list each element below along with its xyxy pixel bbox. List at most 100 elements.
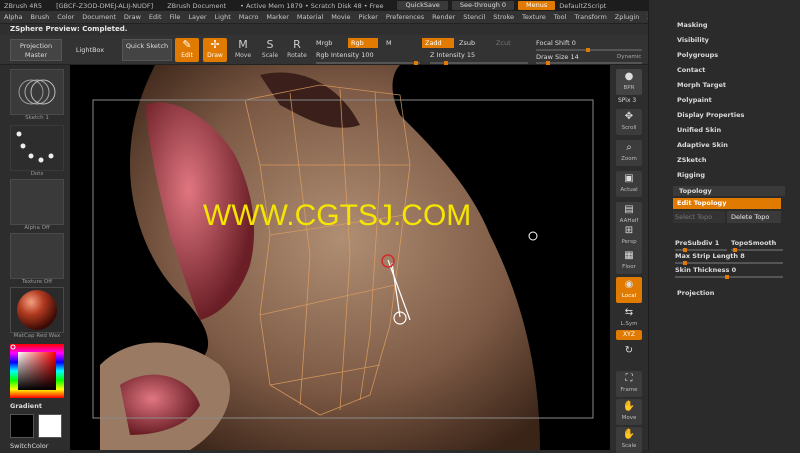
menu-movie[interactable]: Movie [331,13,350,21]
menu-light[interactable]: Light [215,13,231,21]
select-topo-button[interactable]: Select Topo [673,211,725,223]
menu-edit[interactable]: Edit [149,13,162,21]
menu-texture[interactable]: Texture [522,13,546,21]
menus-button[interactable]: Menus [518,1,556,10]
subpalette-morph-target[interactable]: Morph Target [677,81,726,89]
menu-tool[interactable]: Tool [554,13,567,21]
focal-shift-handle[interactable] [586,48,590,52]
subpalette-polygroups[interactable]: Polygroups [677,51,718,59]
menu-file[interactable]: File [170,13,181,21]
menu-draw[interactable]: Draw [124,13,141,21]
presubdiv-slider[interactable]: PreSubdiv 1 [675,239,719,247]
draw-button[interactable]: ✢ Draw [203,38,227,62]
delete-topo-button[interactable]: Delete Topo [727,211,781,223]
move-button[interactable]: M Move [231,38,255,62]
subpalette-zsketch[interactable]: ZSketch [677,156,707,164]
menu-marker[interactable]: Marker [266,13,288,21]
rgb-button[interactable]: Rgb [348,38,378,48]
spix-slider[interactable]: SPix 3 [618,97,636,104]
subpalette-rigging[interactable]: Rigging [677,171,705,179]
canvas-viewport[interactable]: WWW.CGTSJ.COM [70,65,610,450]
menu-stencil[interactable]: Stencil [463,13,485,21]
z-intensity-track[interactable] [430,61,528,65]
secondary-color-swatch[interactable] [38,414,62,438]
texture-thumbnail[interactable] [10,233,64,279]
projection-subpalette[interactable]: Projection [677,289,714,297]
draw-size-track[interactable] [536,61,642,65]
material-thumbnail[interactable] [10,287,64,333]
menu-picker[interactable]: Picker [359,13,378,21]
skin-thickness-track[interactable] [675,275,783,279]
subpalette-contact[interactable]: Contact [677,66,705,74]
rgb-intensity-slider[interactable]: Rgb Intensity 100 [316,50,374,60]
toposmooth-slider[interactable]: TopoSmooth [731,239,776,247]
skin-thickness-handle[interactable] [725,275,729,279]
dots-thumbnail[interactable] [10,125,64,171]
scale-button[interactable]: S Scale [258,38,282,62]
focal-shift-track[interactable] [536,48,642,52]
menu-brush[interactable]: Brush [30,13,49,21]
frame-button[interactable]: ⛶ Frame [616,371,642,397]
menu-zplugin[interactable]: Zplugin [615,13,640,21]
subpalette-masking[interactable]: Masking [677,21,708,29]
menu-render[interactable]: Render [432,13,455,21]
topology-header[interactable]: Topology [673,186,785,196]
zadd-button[interactable]: Zadd [422,38,454,48]
subpalette-display-properties[interactable]: Display Properties [677,111,744,119]
color-picker[interactable] [10,344,64,398]
floor-button[interactable]: ▦ Floor [616,248,642,274]
actual-button[interactable]: ▣ Actual [616,171,642,197]
move-view-button[interactable]: ✋ Move [616,399,642,425]
menu-layer[interactable]: Layer [188,13,206,21]
subpalette-unified-skin[interactable]: Unified Skin [677,126,721,134]
m-button[interactable]: M [386,38,392,48]
menu-transform[interactable]: Transform [574,13,606,21]
quick-sketch-button[interactable]: Quick Sketch [122,39,172,61]
alpha-thumbnail[interactable] [10,179,64,225]
switch-color-button[interactable]: SwitchColor [10,442,48,450]
edit-topology-button[interactable]: Edit Topology [673,198,781,209]
rgb-intensity-track[interactable] [316,61,420,65]
menu-alpha[interactable]: Alpha [4,13,22,21]
z-intensity-slider[interactable]: Z Intensity 15 [430,50,475,60]
subpalette-adaptive-skin[interactable]: Adaptive Skin [677,141,728,149]
menu-document[interactable]: Document [82,13,116,21]
menu-macro[interactable]: Macro [239,13,259,21]
max-strip-length-slider[interactable]: Max Strip Length 8 [675,252,745,260]
stroke-thumbnail[interactable] [10,69,64,115]
edit-button[interactable]: ✎ Edit [175,38,199,62]
scale-view-button[interactable]: ✋ Scale [616,427,642,453]
subpalette-polypaint[interactable]: Polypaint [677,96,712,104]
projection-master-button[interactable]: Projection Master [10,39,62,61]
mrgb-button[interactable]: Mrgb [316,38,332,48]
focal-shift-slider[interactable]: Focal Shift 0 [536,38,576,48]
persp-button[interactable]: ⊞ Persp [616,223,642,249]
see-through-slider[interactable]: See-through 0 [451,1,515,10]
presubdiv-track[interactable] [675,248,727,252]
draw-size-slider[interactable]: Draw Size 14 [536,52,579,62]
max-strip-handle[interactable] [683,261,687,265]
menu-color[interactable]: Color [57,13,74,21]
zoom-button[interactable]: ⌕ Zoom [616,140,642,166]
dynamic-toggle[interactable]: Dynamic [617,52,641,62]
lsym-button[interactable]: ⇆ L.Sym [616,305,642,331]
main-color-swatch[interactable] [10,414,34,438]
default-zscript-button[interactable]: DefaultZScript [559,2,606,10]
lightbox-button[interactable]: LightBox [64,39,116,61]
subpalette-visibility[interactable]: Visibility [677,36,709,44]
menu-stroke[interactable]: Stroke [493,13,514,21]
zsub-button[interactable]: Zsub [459,38,475,48]
rotate-axis-button[interactable]: ↻ [616,343,642,365]
rotate-button[interactable]: R Rotate [285,38,309,62]
zcut-button[interactable]: Zcut [496,38,511,48]
bpr-button[interactable]: ● BPR [616,69,642,95]
menu-preferences[interactable]: Preferences [386,13,424,21]
max-strip-track[interactable] [675,261,783,265]
scroll-button[interactable]: ✥ Scroll [616,109,642,135]
menu-material[interactable]: Material [297,13,323,21]
local-button[interactable]: ◉ Local [616,277,642,303]
quicksave-button[interactable]: QuickSave [397,1,448,10]
toposmooth-track[interactable] [731,248,783,252]
xyz-button[interactable]: XYZ [616,330,642,340]
skin-thickness-slider[interactable]: Skin Thickness 0 [675,266,736,274]
